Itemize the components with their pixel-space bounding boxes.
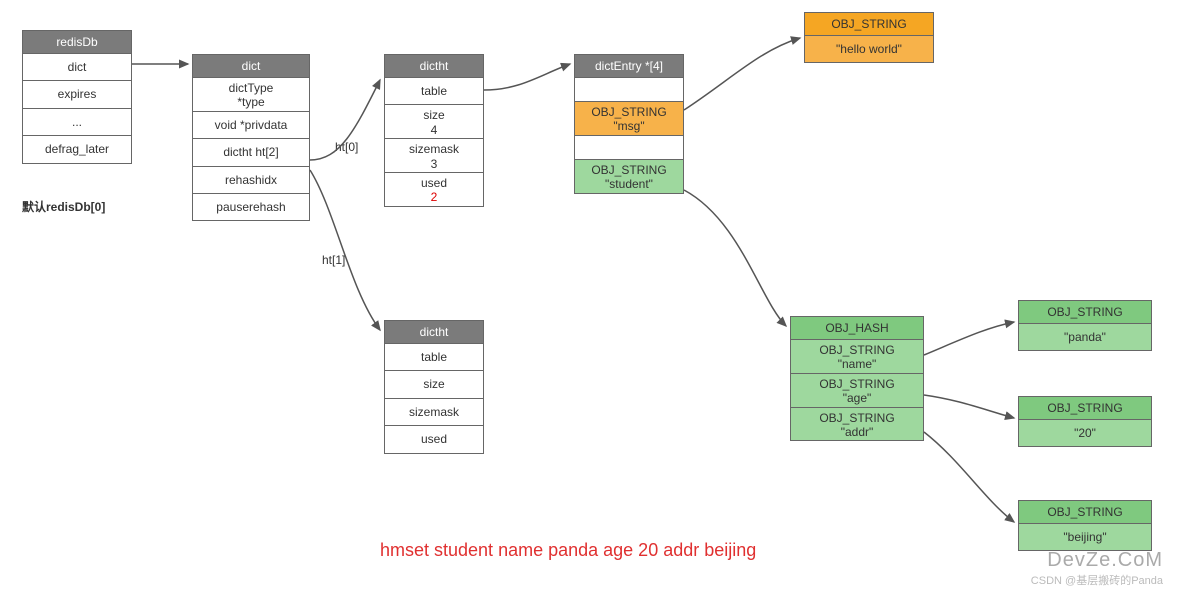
cell-ellipsis: ...: [23, 109, 131, 136]
command-text: hmset student name panda age 20 addr bei…: [380, 540, 756, 561]
entry-msg-text: OBJ_STRING "msg": [591, 105, 666, 133]
box-dictentry: dictEntry *[4] OBJ_STRING "msg" OBJ_STRI…: [574, 54, 684, 194]
box-objhash-header: OBJ_HASH: [791, 317, 923, 340]
box-dict-header: dict: [193, 55, 309, 78]
box-dictht1-header: dictht: [385, 321, 483, 344]
watermark-main: DevZe.CoM: [1047, 549, 1163, 571]
cell-table0: table: [385, 78, 483, 105]
box-beijing: OBJ_STRING "beijing": [1018, 500, 1152, 551]
hash-addr: OBJ_STRING "addr": [791, 408, 923, 441]
box-dictht1: dictht table size sizemask used: [384, 320, 484, 454]
entry-msg: OBJ_STRING "msg": [575, 102, 683, 136]
entry-0: [575, 78, 683, 102]
cell-expires: expires: [23, 81, 131, 108]
cell-table1: table: [385, 344, 483, 371]
cell-size0-label: size: [387, 108, 481, 122]
watermark: DevZe.CoM CSDN @基层搬砖的Panda: [1031, 549, 1163, 588]
entry-2: [575, 136, 683, 160]
cell-sizemask0-value: 3: [387, 157, 481, 171]
box-objhash: OBJ_HASH OBJ_STRING "name" OBJ_STRING "a…: [790, 316, 924, 441]
cell-size0: size 4: [385, 105, 483, 139]
box-helloworld: OBJ_STRING "hello world": [804, 12, 934, 63]
cell-used0: used 2: [385, 173, 483, 206]
cell-dict: dict: [23, 54, 131, 81]
box-redisdb: redisDb dict expires ... defrag_later: [22, 30, 132, 164]
cell-size1: size: [385, 371, 483, 398]
hash-age: OBJ_STRING "age": [791, 374, 923, 408]
cell-dicttype-text: dictType *type: [229, 81, 274, 109]
cell-sizemask0: sizemask 3: [385, 139, 483, 173]
hash-addr-text: OBJ_STRING "addr": [819, 411, 894, 439]
entry-student: OBJ_STRING "student": [575, 160, 683, 193]
label-ht0: ht[0]: [335, 140, 358, 154]
hash-name-text: OBJ_STRING "name": [819, 343, 894, 371]
box-panda: OBJ_STRING "panda": [1018, 300, 1152, 351]
watermark-sub: CSDN @基层搬砖的Panda: [1031, 572, 1163, 588]
cell-sizemask0-label: sizemask: [387, 142, 481, 156]
box-helloworld-value: "hello world": [805, 36, 933, 62]
box-panda-header: OBJ_STRING: [1019, 301, 1151, 324]
cell-used1: used: [385, 426, 483, 452]
cell-size0-value: 4: [387, 123, 481, 137]
box-redisdb-header: redisDb: [23, 31, 131, 54]
box-beijing-header: OBJ_STRING: [1019, 501, 1151, 524]
cell-dicttype: dictType *type: [193, 78, 309, 112]
cell-pauserehash: pauserehash: [193, 194, 309, 220]
hash-age-text: OBJ_STRING "age": [819, 377, 894, 405]
cell-sizemask1: sizemask: [385, 399, 483, 426]
caption-redisdb: 默认redisDb[0]: [22, 198, 105, 215]
box-20-value: "20": [1019, 420, 1151, 446]
box-helloworld-header: OBJ_STRING: [805, 13, 933, 36]
cell-dictht: dictht ht[2]: [193, 139, 309, 166]
cell-used0-label: used: [387, 176, 481, 190]
cell-privdata: void *privdata: [193, 112, 309, 139]
box-dict: dict dictType *type void *privdata dicth…: [192, 54, 310, 221]
cell-used0-value: 2: [387, 190, 481, 204]
box-20: OBJ_STRING "20": [1018, 396, 1152, 447]
box-dictentry-header: dictEntry *[4]: [575, 55, 683, 78]
hash-name: OBJ_STRING "name": [791, 340, 923, 374]
cell-rehashidx: rehashidx: [193, 167, 309, 194]
entry-student-text: OBJ_STRING "student": [591, 163, 666, 191]
box-panda-value: "panda": [1019, 324, 1151, 350]
box-beijing-value: "beijing": [1019, 524, 1151, 550]
label-ht1: ht[1]: [322, 253, 345, 267]
box-20-header: OBJ_STRING: [1019, 397, 1151, 420]
box-dictht0-header: dictht: [385, 55, 483, 78]
cell-defrag: defrag_later: [23, 136, 131, 162]
box-dictht0: dictht table size 4 sizemask 3 used 2: [384, 54, 484, 207]
